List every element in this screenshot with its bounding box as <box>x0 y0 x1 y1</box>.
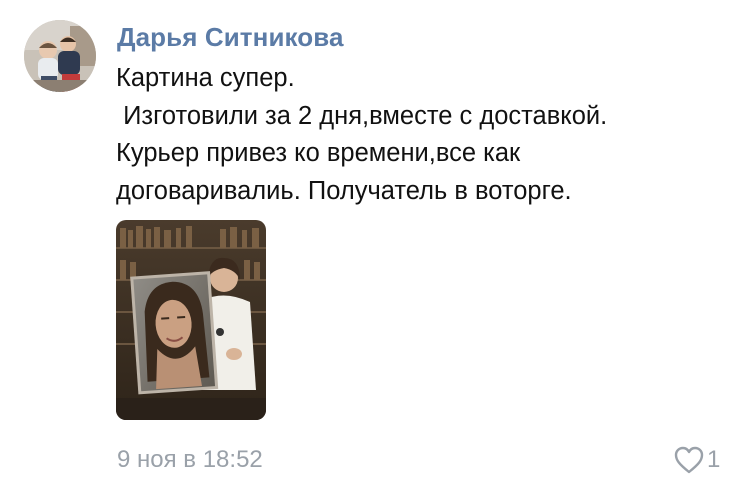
author-name[interactable]: Дарья Ситникова <box>117 22 344 53</box>
comment-text: Картина супер. Изготовили за 2 дня,вмест… <box>116 64 608 205</box>
attached-photo-image <box>116 220 266 420</box>
comment-date[interactable]: 9 ноя в 18:52 <box>117 446 263 474</box>
attached-photo[interactable] <box>116 220 266 420</box>
like-button[interactable]: 1 <box>673 444 720 476</box>
heart-outline-icon <box>674 446 704 474</box>
avatar-photo <box>24 20 96 92</box>
avatar[interactable] <box>24 20 96 92</box>
like-count: 1 <box>707 446 721 473</box>
comment: Дарья Ситникова Картина супер. Изготовил… <box>0 0 750 495</box>
